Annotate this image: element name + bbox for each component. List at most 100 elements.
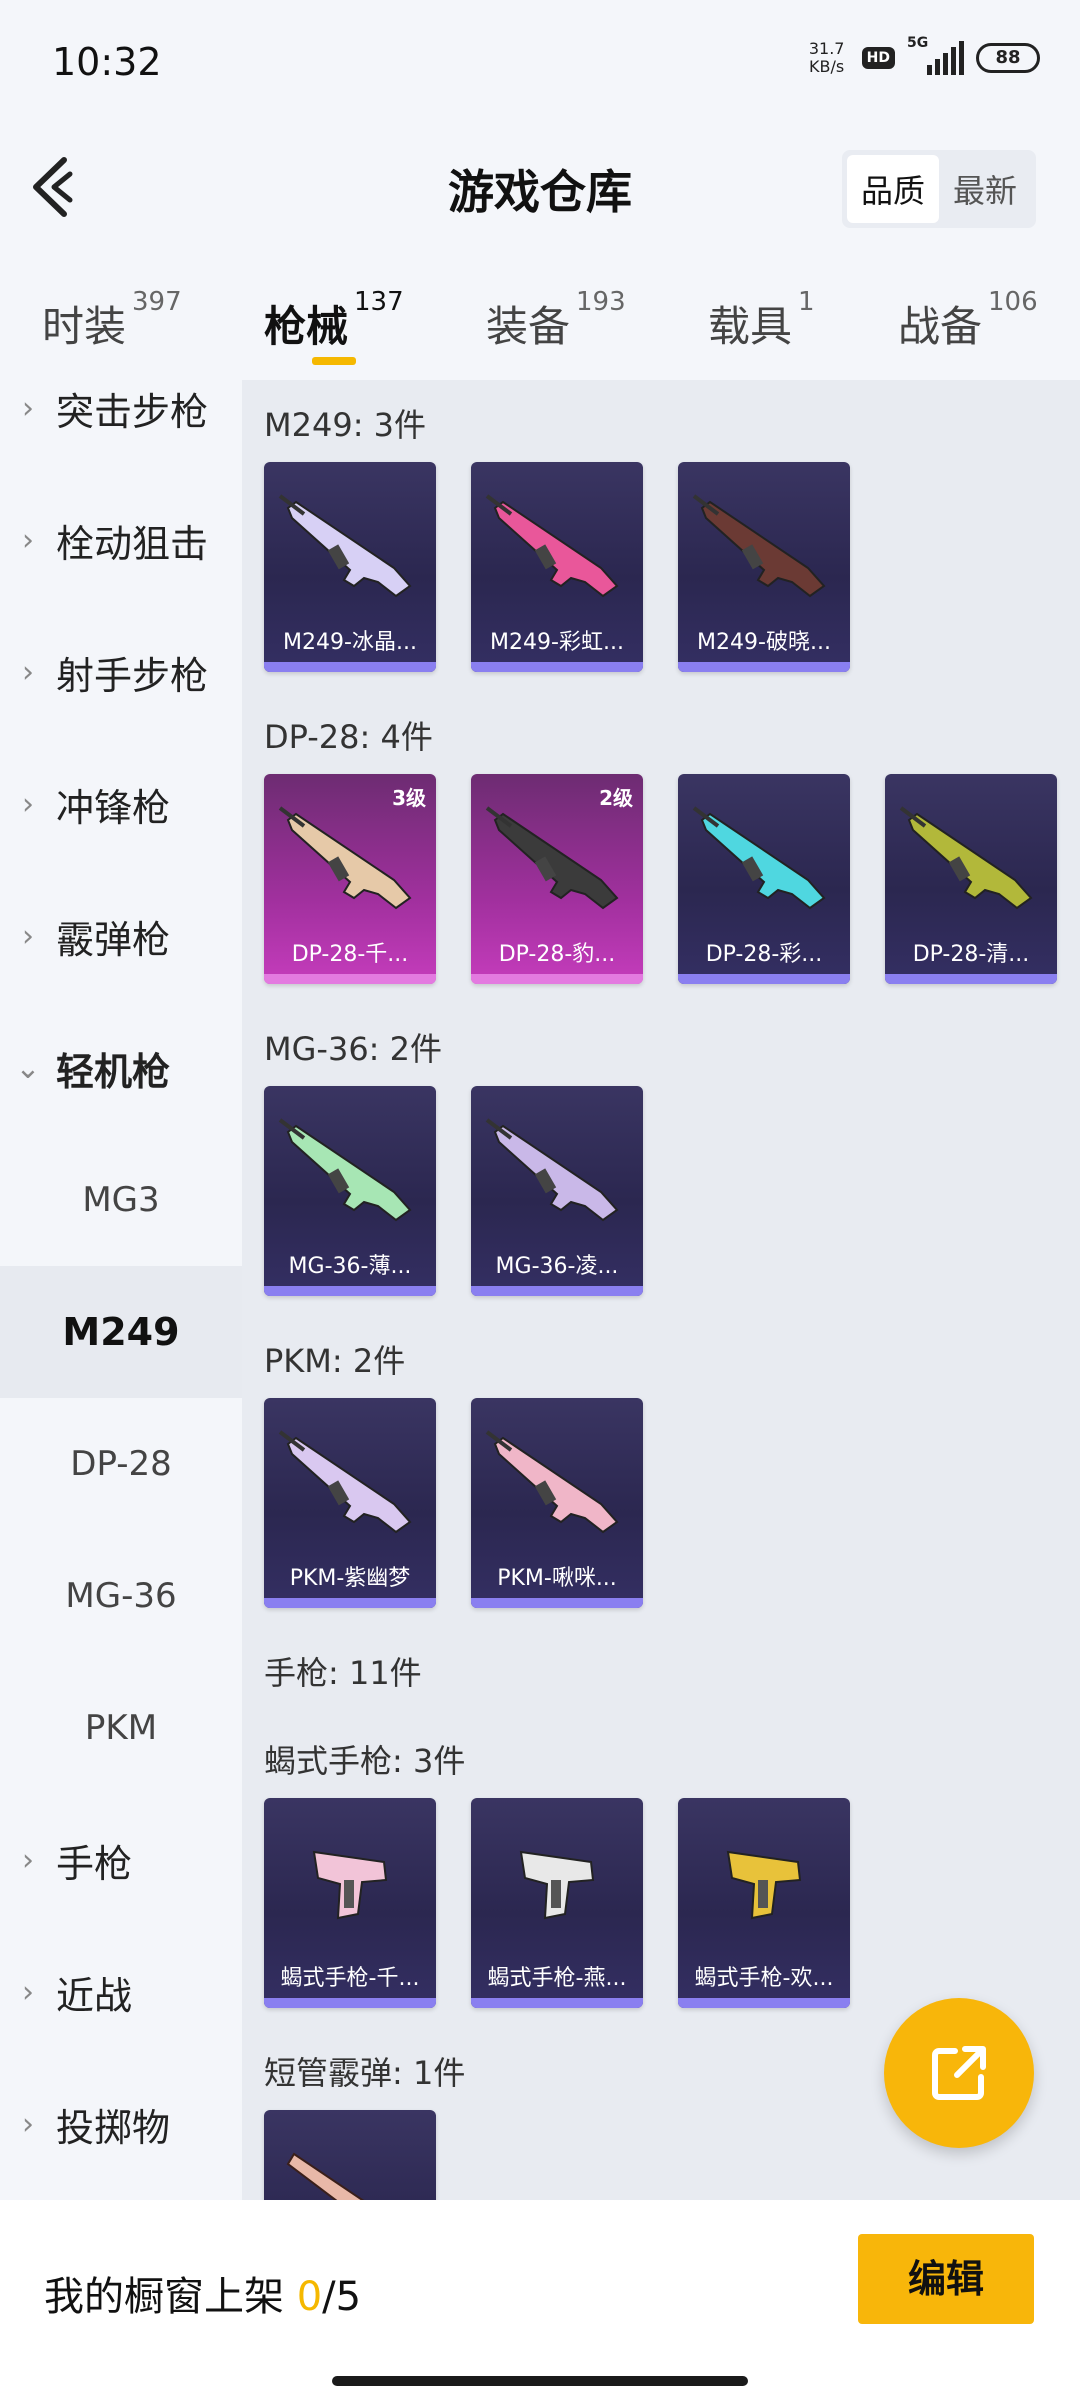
chevron-right-icon: › [22,1974,34,2010]
status-bar: 10:32 31.7 KB/s HD 5G 88 [0,0,1080,130]
signal-icon: 5G [907,35,964,75]
sidebar-item-label: 射手步枪 [56,653,209,698]
sidebar-sub-m249[interactable]: M249 [0,1266,242,1398]
rifle-icon [485,1430,619,1534]
home-indicator[interactable] [332,2376,748,2386]
bottom-bar: 我的橱窗上架 0/5 编辑 [0,2200,1080,2400]
sort-quality-button[interactable]: 品质 [846,155,939,223]
sidebar-item-lmg[interactable]: ⌄ 轻机枪 [0,1002,242,1134]
sort-toggle: 品质 最新 [841,150,1036,228]
sidebar-item-assault-rifle[interactable]: › 突击步枪 [0,342,242,474]
network-speed-unit: KB/s [809,57,845,76]
sidebar-item-smg[interactable]: › 冲锋枪 [0,738,242,870]
item-grid: M249: 3件 M249-冰晶... M249-彩虹... M249-破晓... DP… [242,380,1080,2200]
group-title: 手枪: 11件 [264,1654,422,1692]
rifle-icon [278,1118,412,1222]
rifle-icon [485,806,619,910]
tab-vehicles[interactable]: 载具 1 [708,287,815,354]
item-name: PKM-紫幽梦 [289,1566,411,1591]
item-name: 蝎式手枪-欢... [694,1966,834,1991]
sidebar-sub-mg36[interactable]: MG-36 [0,1530,242,1662]
sidebar-item-melee[interactable]: › 近战 [0,1926,242,2058]
item-card[interactable] [264,2110,436,2200]
level-badge: 3级 [392,786,426,810]
item-card[interactable]: PKM-紫幽梦 [264,1398,436,1608]
pistol-icon [726,1850,802,1920]
tab-supplies[interactable]: 战备 106 [898,287,1038,354]
sidebar-item-label: 霰弹枪 [56,917,171,962]
group-title: 蝎式手枪: 3件 [264,1742,466,1780]
tab-label: 装备 [486,302,571,351]
external-link-icon [932,2046,986,2100]
item-name: 蝎式手枪-千... [280,1966,420,1991]
item-card[interactable]: 2级 DP-28-豹... [471,774,643,984]
item-card[interactable]: MG-36-薄... [264,1086,436,1296]
sort-newest-button[interactable]: 最新 [939,155,1031,223]
chevron-right-icon: › [22,918,34,954]
sidebar-sub-dp28[interactable]: DP-28 [0,1398,242,1530]
chevron-right-icon: › [22,1842,34,1878]
chevron-right-icon: › [22,522,34,558]
tab-count: 1 [798,287,815,317]
tab-label: 载具 [708,302,793,351]
sidebar-item-marksman-rifle[interactable]: › 射手步枪 [0,606,242,738]
sidebar-item-label: 手枪 [56,1841,133,1886]
sidebar-item-throwables[interactable]: › 投掷物 [0,2058,242,2190]
item-name: M249-破晓... [697,630,831,655]
item-card[interactable]: MG-36-凌... [471,1086,643,1296]
sidebar-sub-pkm[interactable]: PKM [0,1662,242,1794]
status-time: 10:32 [52,40,162,84]
item-name: MG-36-薄... [288,1254,412,1279]
network-speed: 31.7 KB/s [804,40,850,76]
tab-label: 战备 [898,302,983,351]
sidebar-item-bolt-sniper[interactable]: › 栓动狙击 [0,474,242,606]
item-card[interactable]: DP-28-彩... [678,774,850,984]
tab-guns[interactable]: 枪械 137 [264,287,404,354]
active-tab-indicator [312,357,356,365]
tab-equipment[interactable]: 装备 193 [486,287,626,354]
item-name: M249-冰晶... [283,630,417,655]
group-title: PKM: 2件 [264,1342,406,1380]
rifle-icon [278,1430,412,1534]
item-card[interactable]: 蝎式手枪-千... [264,1798,436,2008]
item-card[interactable]: PKM-啾咪... [471,1398,643,1608]
rifle-icon [692,806,826,910]
rifle-icon [692,494,826,598]
pistol-icon [519,1850,595,1920]
item-card[interactable]: DP-28-清... [885,774,1057,984]
chevron-right-icon: › [22,654,34,690]
showcase-label: 我的橱窗上架 [44,2274,297,2320]
sidebar-item-label: 近战 [56,1973,133,2018]
sidebar-item-label: 栓动狙击 [56,521,209,566]
item-card[interactable]: 蝎式手枪-燕... [471,1798,643,2008]
sidebar: › 突击步枪 › 栓动狙击 › 射手步枪 › 冲锋枪 › 霰弹枪 ⌄ 轻机枪 MG3 M24… [0,380,242,2200]
item-card[interactable]: 蝎式手枪-欢... [678,1798,850,2008]
group-title: DP-28: 4件 [264,718,433,756]
edit-button[interactable]: 编辑 [858,2234,1034,2324]
battery-icon: 88 [976,43,1040,73]
share-button[interactable] [884,1998,1034,2148]
header: 游戏仓库 品质 最新 [0,130,1080,250]
item-name: PKM-啾咪... [497,1566,617,1591]
sidebar-item-pistol[interactable]: › 手枪 [0,1794,242,1926]
sidebar-item-label: 突击步枪 [56,389,209,434]
item-card[interactable]: M249-彩虹... [471,462,643,672]
rifle-icon [899,806,1033,910]
tab-count: 106 [988,287,1038,317]
item-name: DP-28-千... [291,942,409,967]
item-card[interactable]: M249-破晓... [678,462,850,672]
sidebar-item-shotgun[interactable]: › 霰弹枪 [0,870,242,1002]
item-card[interactable]: M249-冰晶... [264,462,436,672]
rifle-icon [278,806,412,910]
rifle-icon [278,494,412,598]
hd-icon: HD [861,47,895,69]
sidebar-sub-mg3[interactable]: MG3 [0,1134,242,1266]
tab-label: 枪械 [264,302,349,351]
group-title: 短管霰弹: 1件 [264,2054,466,2092]
item-card[interactable]: 3级 DP-28-千... [264,774,436,984]
showcase-count: 我的橱窗上架 0/5 [44,2264,361,2322]
item-name: M249-彩虹... [490,630,624,655]
item-name: 蝎式手枪-燕... [487,1966,627,1991]
status-indicators: 31.7 KB/s HD 5G 88 [804,35,1040,76]
item-name: DP-28-彩... [705,942,823,967]
